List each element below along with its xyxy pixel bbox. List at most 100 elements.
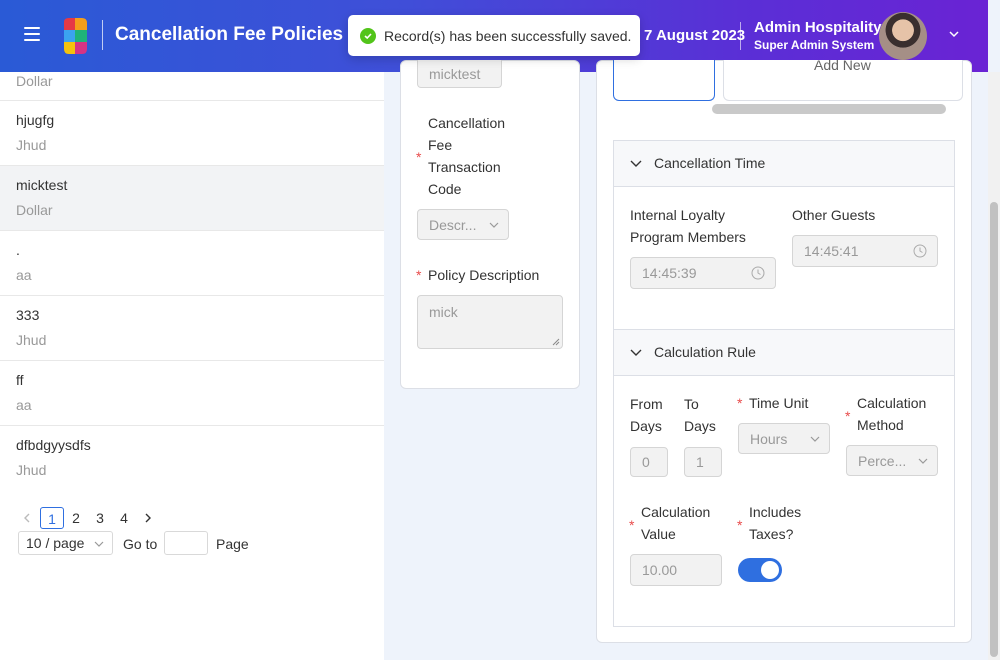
list-item[interactable]: 333 Jhud xyxy=(0,296,384,361)
policy-description-textarea[interactable]: mick xyxy=(417,295,563,349)
page-size-select[interactable]: 10 / page xyxy=(18,531,113,555)
required-mark: * xyxy=(629,517,635,533)
cancellation-time-header[interactable]: Cancellation Time xyxy=(614,141,954,187)
avatar[interactable] xyxy=(879,12,927,60)
goto-input[interactable] xyxy=(164,531,208,555)
list-item-name: micktest xyxy=(16,177,68,193)
policy-description-label: Policy Description xyxy=(428,267,540,283)
from-days-value: 0 xyxy=(642,454,650,470)
transaction-code-label: Cancellation Fee Transaction Code xyxy=(428,115,506,197)
user-role: Super Admin System xyxy=(754,38,875,52)
list-item-name: dfbdgyysdfs xyxy=(16,437,91,453)
internal-loyalty-label: Internal Loyalty Program Members xyxy=(630,207,746,245)
required-mark: * xyxy=(845,408,851,424)
page-size-value: 10 / page xyxy=(26,535,85,551)
header-divider xyxy=(102,20,103,50)
chevron-down-icon xyxy=(489,222,499,228)
goto-label: Go to xyxy=(123,536,158,552)
clock-icon xyxy=(751,266,765,280)
record-list: Dollar hjugfg Jhud micktest Dollar . aa … xyxy=(0,72,384,660)
calculation-method-select[interactable]: Perce... xyxy=(846,445,938,476)
list-item-sub: Dollar xyxy=(16,73,53,89)
chevron-down-icon xyxy=(630,349,642,356)
page-scrollbar-thumb[interactable] xyxy=(990,202,998,657)
chevron-right-icon[interactable] xyxy=(143,513,153,523)
tabs-scrollbar[interactable] xyxy=(712,104,946,114)
other-guests-label: Other Guests xyxy=(792,207,876,223)
page-4[interactable]: 4 xyxy=(112,507,136,529)
clock-icon xyxy=(913,244,927,258)
policy-description-value: mick xyxy=(429,304,458,320)
internal-loyalty-time-value: 14:45:39 xyxy=(642,265,697,281)
list-item-sub: Jhud xyxy=(16,332,47,348)
required-mark: * xyxy=(416,267,422,283)
other-guests-time-value: 14:45:41 xyxy=(804,243,859,259)
cancellation-time-title: Cancellation Time xyxy=(654,155,766,171)
other-guests-time-input[interactable]: 14:45:41 xyxy=(792,235,938,267)
time-unit-value: Hours xyxy=(750,431,788,447)
list-item-sub: aa xyxy=(16,397,32,413)
chevron-down-icon[interactable] xyxy=(949,29,959,39)
list-item[interactable]: ff aa xyxy=(0,361,384,426)
includes-taxes-label: Includes Taxes? xyxy=(749,504,802,542)
chevron-down-icon xyxy=(630,160,642,167)
app-logo xyxy=(64,18,87,54)
required-mark: * xyxy=(416,149,422,165)
includes-taxes-toggle[interactable] xyxy=(738,558,782,582)
list-item-name: 333 xyxy=(16,307,40,323)
resize-handle-icon[interactable] xyxy=(552,338,560,346)
list-item-name: hjugfg xyxy=(16,112,55,128)
list-item-selected[interactable]: micktest Dollar xyxy=(0,166,384,231)
list-item-name: . xyxy=(16,242,20,258)
list-item-name: ff xyxy=(16,372,24,388)
time-unit-select[interactable]: Hours xyxy=(738,423,830,454)
page-1[interactable]: 1 xyxy=(40,507,64,529)
page-2[interactable]: 2 xyxy=(64,507,88,529)
policy-code-field[interactable]: micktest xyxy=(417,60,502,88)
page-3[interactable]: 3 xyxy=(88,507,112,529)
list-item-sub: aa xyxy=(16,267,32,283)
calculation-value-value: 10.00 xyxy=(642,562,678,578)
calculation-rule-title: Calculation Rule xyxy=(654,344,756,360)
page-title: Cancellation Fee Policies xyxy=(115,24,344,45)
internal-loyalty-time-input[interactable]: 14:45:39 xyxy=(630,257,776,289)
to-days-label: To Days xyxy=(684,396,716,434)
required-mark: * xyxy=(737,517,743,533)
from-days-input[interactable]: 0 xyxy=(630,447,668,477)
calculation-value-label: Calculation Value xyxy=(641,504,711,542)
required-mark: * xyxy=(737,395,743,411)
time-unit-label: Time Unit xyxy=(749,395,809,411)
transaction-code-select[interactable]: Descr... xyxy=(417,209,509,240)
header-divider-2 xyxy=(740,22,741,50)
from-days-label: From Days xyxy=(630,396,663,434)
chevron-down-icon xyxy=(94,541,104,547)
calculation-method-label: Calculation Method xyxy=(857,395,927,433)
list-item[interactable]: hjugfg Jhud xyxy=(0,101,384,166)
chevron-down-icon xyxy=(918,458,928,464)
list-item[interactable]: Dollar xyxy=(0,62,384,101)
transaction-code-value: Descr... xyxy=(429,217,477,233)
tab-active[interactable] xyxy=(613,60,715,101)
list-item-sub: Dollar xyxy=(16,202,53,218)
policy-code-value: micktest xyxy=(429,66,481,82)
header-date: 7 August 2023 xyxy=(644,27,746,44)
calculation-value-input[interactable]: 10.00 xyxy=(630,554,722,586)
list-item-sub: Jhud xyxy=(16,137,47,153)
calculation-method-value: Perce... xyxy=(858,453,907,469)
chevron-left-icon[interactable] xyxy=(22,513,32,523)
toggle-knob xyxy=(761,561,779,579)
to-days-input[interactable]: 1 xyxy=(684,447,722,477)
to-days-value: 1 xyxy=(696,454,704,470)
calculation-rule-header[interactable]: Calculation Rule xyxy=(614,330,954,376)
page-label: Page xyxy=(216,536,249,552)
list-item[interactable]: . aa xyxy=(0,231,384,296)
tab-add-new-label: Add New xyxy=(814,60,871,73)
list-item-sub: Jhud xyxy=(16,462,47,478)
success-toast: Record(s) has been successfully saved. xyxy=(348,15,640,56)
menu-icon[interactable] xyxy=(24,27,40,41)
check-circle-icon xyxy=(360,27,376,44)
tab-add-new[interactable]: Add New xyxy=(723,60,963,101)
list-item[interactable]: dfbdgyysdfs Jhud xyxy=(0,426,384,491)
chevron-down-icon xyxy=(810,436,820,442)
toast-message: Record(s) has been successfully saved. xyxy=(384,27,632,44)
